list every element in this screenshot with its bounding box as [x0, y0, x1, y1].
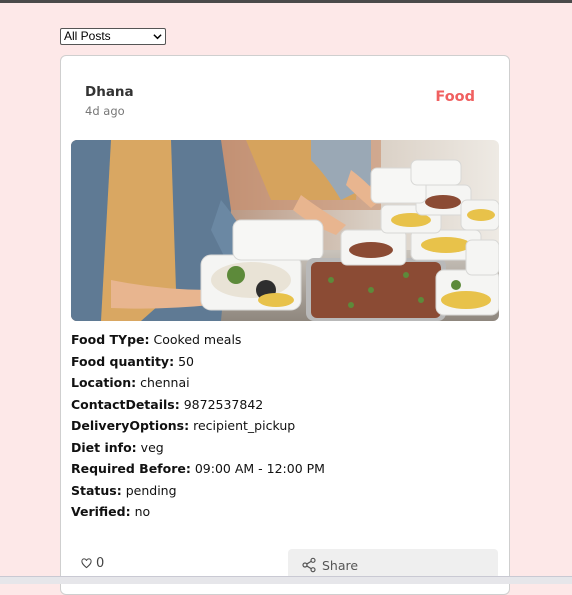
- detail-delivery-options: DeliveryOptions: recipient_pickup: [71, 418, 296, 433]
- detail-diet-info: Diet info: veg: [71, 439, 164, 455]
- window-top-edge: [0, 0, 572, 3]
- heart-outline-icon: [81, 558, 92, 569]
- chevron-down-icon: [153, 34, 162, 40]
- like-button[interactable]: 0: [81, 556, 104, 571]
- post-filter-select[interactable]: All Posts: [60, 28, 166, 45]
- post-category: Food: [435, 89, 475, 105]
- detail-food-type: Food TYpe: Cooked meals: [71, 332, 242, 347]
- detail-food-quantity: Food quantity: 50: [71, 353, 194, 369]
- window-bottom-edge: [0, 576, 572, 584]
- detail-verified: Verified: no: [71, 504, 151, 519]
- post-card: Dhana 4d ago Food Food TYpe: Cooked meal…: [60, 55, 510, 595]
- detail-location: Location: chennai: [71, 375, 190, 390]
- detail-status: Status: pending: [71, 482, 177, 498]
- detail-required-before: Required Before: 09:00 AM - 12:00 PM: [71, 461, 325, 476]
- post-details: Food TYpe: Cooked meals Food quantity: 5…: [71, 329, 491, 523]
- share-label: Share: [322, 557, 359, 573]
- post-image: [71, 140, 499, 321]
- like-count: 0: [96, 556, 105, 571]
- post-time: 4d ago: [85, 104, 125, 118]
- post-filter-value: All Posts: [64, 29, 111, 43]
- post-author[interactable]: Dhana: [85, 84, 134, 100]
- share-icon: [302, 557, 316, 573]
- detail-contact: ContactDetails: 9872537842: [71, 396, 264, 412]
